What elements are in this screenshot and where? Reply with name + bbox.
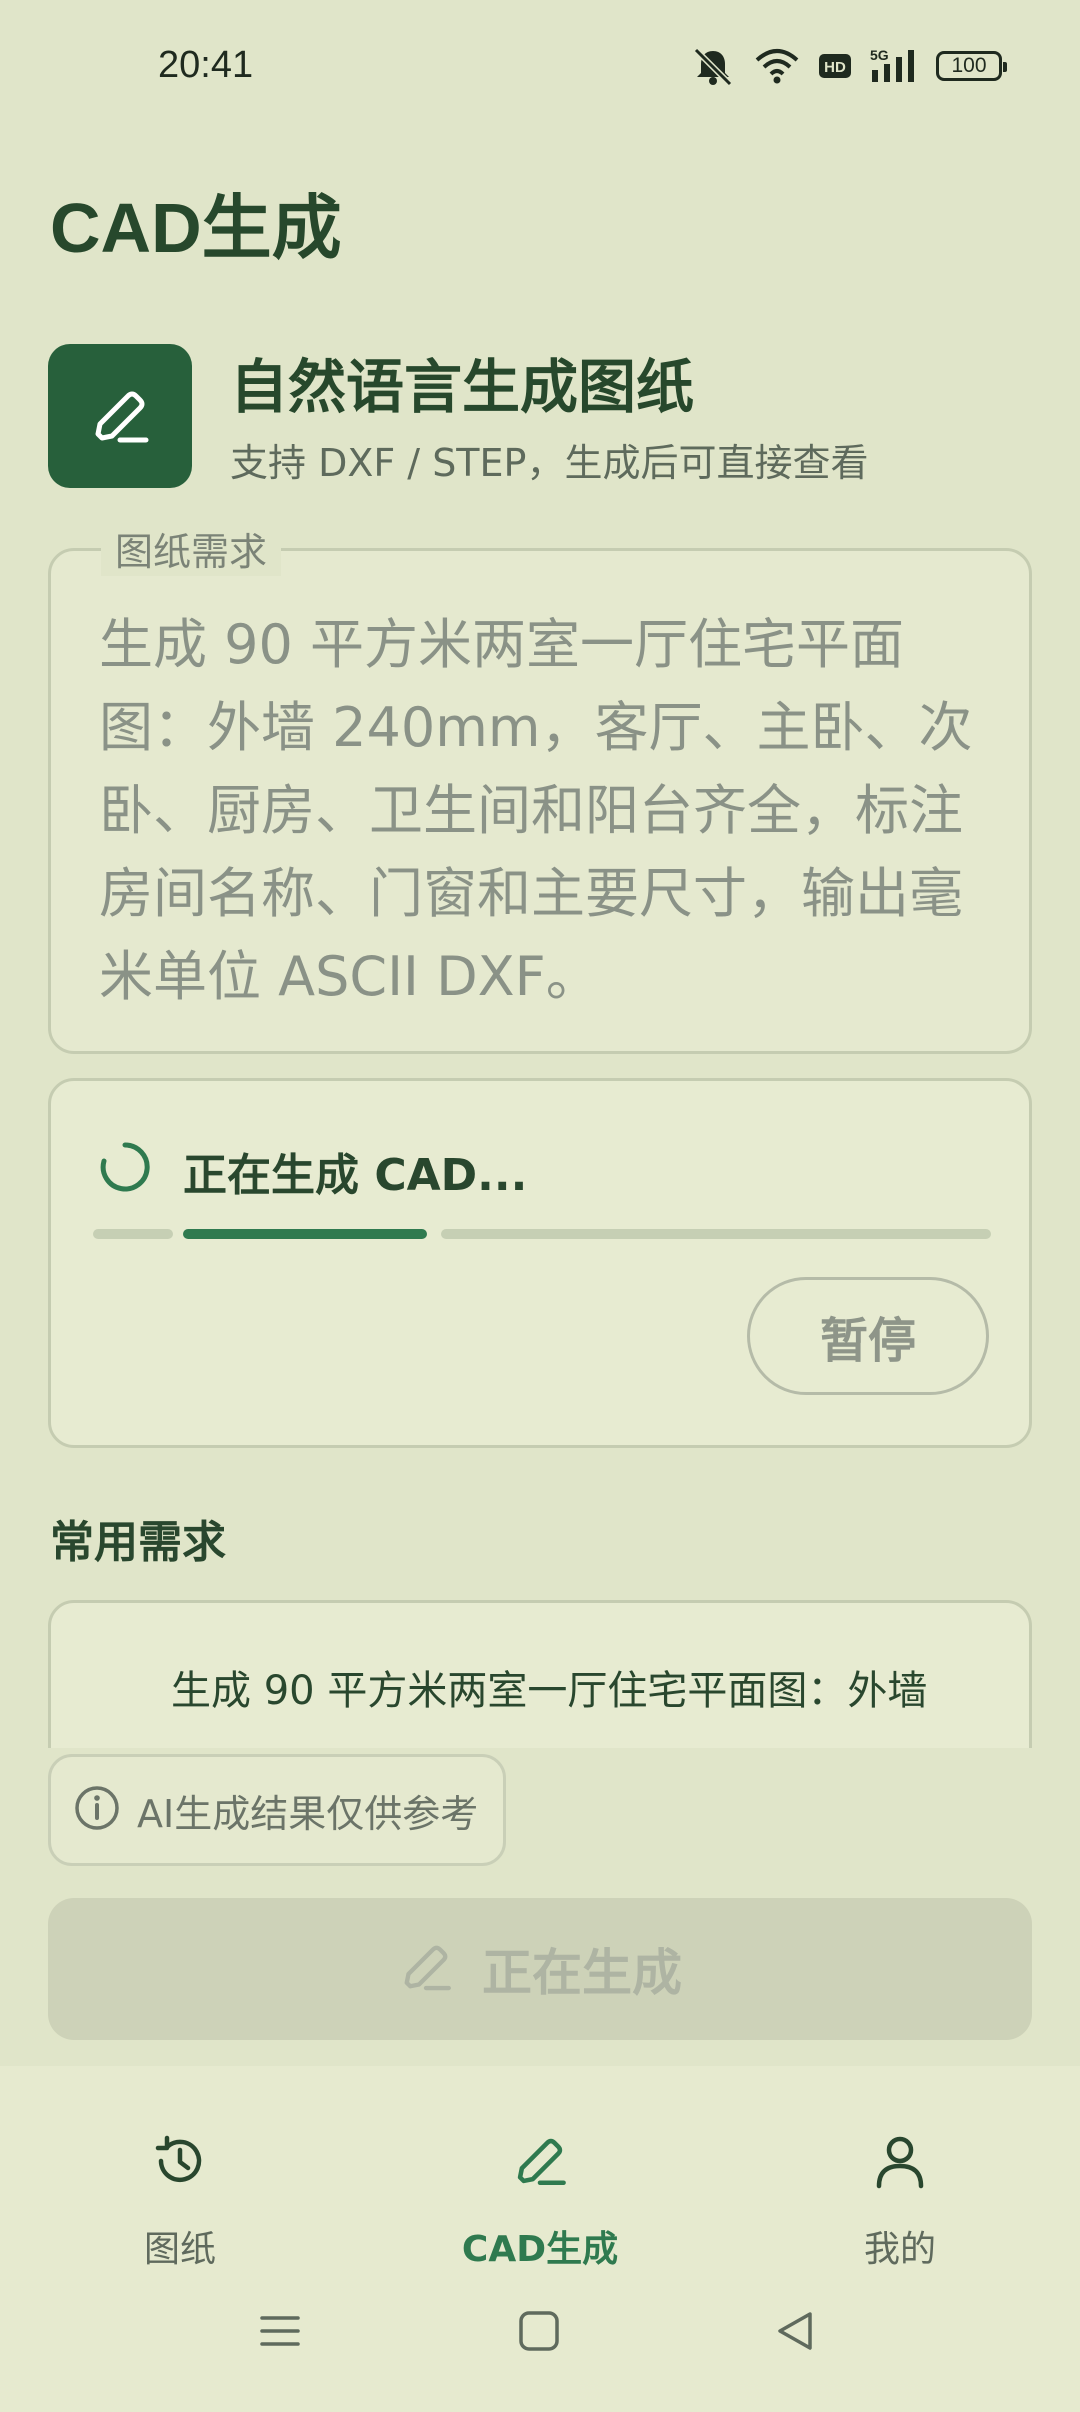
battery-icon: 100 <box>936 51 1007 81</box>
person-icon <box>871 2096 929 2194</box>
disclaimer-chip: AI生成结果仅供参考 <box>48 1754 506 1866</box>
generate-label: 正在生成 <box>482 1944 682 2002</box>
menu-icon[interactable] <box>258 2306 302 2360</box>
pause-button[interactable]: 暂停 <box>747 1277 989 1395</box>
wifi-icon <box>754 48 800 84</box>
progress-card: 正在生成 CAD... 暂停 <box>48 1078 1032 1448</box>
mute-icon <box>690 46 736 86</box>
system-nav-bar <box>0 2306 1080 2386</box>
nav-item-drawings[interactable]: 图纸 <box>50 2096 310 2296</box>
progress-track-left <box>93 1229 173 1239</box>
nav-label-drawings: 图纸 <box>143 2229 216 2270</box>
requirement-input[interactable]: 图纸需求 生成 90 平方米两室一厅住宅平面图：外墙 240mm，客厅、主卧、次… <box>48 521 1032 1054</box>
common-requirements-title: 常用需求 <box>50 1517 226 1568</box>
signal-5g-icon: 5G <box>870 48 918 84</box>
requirement-text[interactable]: 生成 90 平方米两室一厅住宅平面图：外墙 240mm，客厅、主卧、次卧、厨房、… <box>99 603 999 1018</box>
svg-text:5G: 5G <box>870 48 889 63</box>
pencil-icon <box>511 2096 569 2194</box>
progress-label: 正在生成 CAD... <box>183 1150 528 1201</box>
back-icon[interactable] <box>772 2306 818 2360</box>
status-time: 20:41 <box>158 44 254 86</box>
nav-label-cad: CAD生成 <box>461 2229 619 2270</box>
status-icons: HD 5G 100 <box>690 46 1007 86</box>
progress-track-right <box>441 1229 991 1239</box>
disclaimer-text: AI生成结果仅供参考 <box>137 1791 479 1836</box>
nav-item-profile[interactable]: 我的 <box>770 2096 1030 2296</box>
hd-icon: HD <box>818 51 852 81</box>
progress-indicator <box>183 1229 427 1239</box>
spinner-icon <box>95 1137 155 1201</box>
status-bar: 20:41 HD 5G 100 <box>0 0 1080 130</box>
nav-item-cad[interactable]: CAD生成 <box>410 2096 670 2296</box>
pencil-icon <box>398 1939 454 1999</box>
requirement-label: 图纸需求 <box>101 521 282 576</box>
home-icon[interactable] <box>516 2306 562 2360</box>
screen: 20:41 HD 5G 100 CAD生成 自然语言生成图纸 支持 DXF / … <box>0 0 1080 2412</box>
hero-title: 自然语言生成图纸 <box>230 353 695 421</box>
hero-pencil-icon <box>48 344 192 488</box>
nav-label-profile: 我的 <box>863 2229 936 2270</box>
svg-text:HD: HD <box>824 59 846 76</box>
info-icon <box>73 1784 121 1836</box>
sample-requirement-text: 生成 90 平方米两室一厅住宅平面图：外墙 240mm，客厅、主卧、次卧、厨房、… <box>171 1668 928 1714</box>
sample-requirement-card[interactable]: 生成 90 平方米两室一厅住宅平面图：外墙 240mm，客厅、主卧、次卧、厨房、… <box>48 1600 1032 1748</box>
common-requirements-list: 生成 90 平方米两室一厅住宅平面图：外墙 240mm，客厅、主卧、次卧、厨房、… <box>48 1600 1032 1748</box>
page-title: CAD生成 <box>50 189 342 267</box>
history-icon <box>151 2096 209 2194</box>
hero-subtitle: 支持 DXF / STEP，生成后可直接查看 <box>230 441 869 485</box>
generate-button[interactable]: 正在生成 <box>48 1898 1032 2040</box>
